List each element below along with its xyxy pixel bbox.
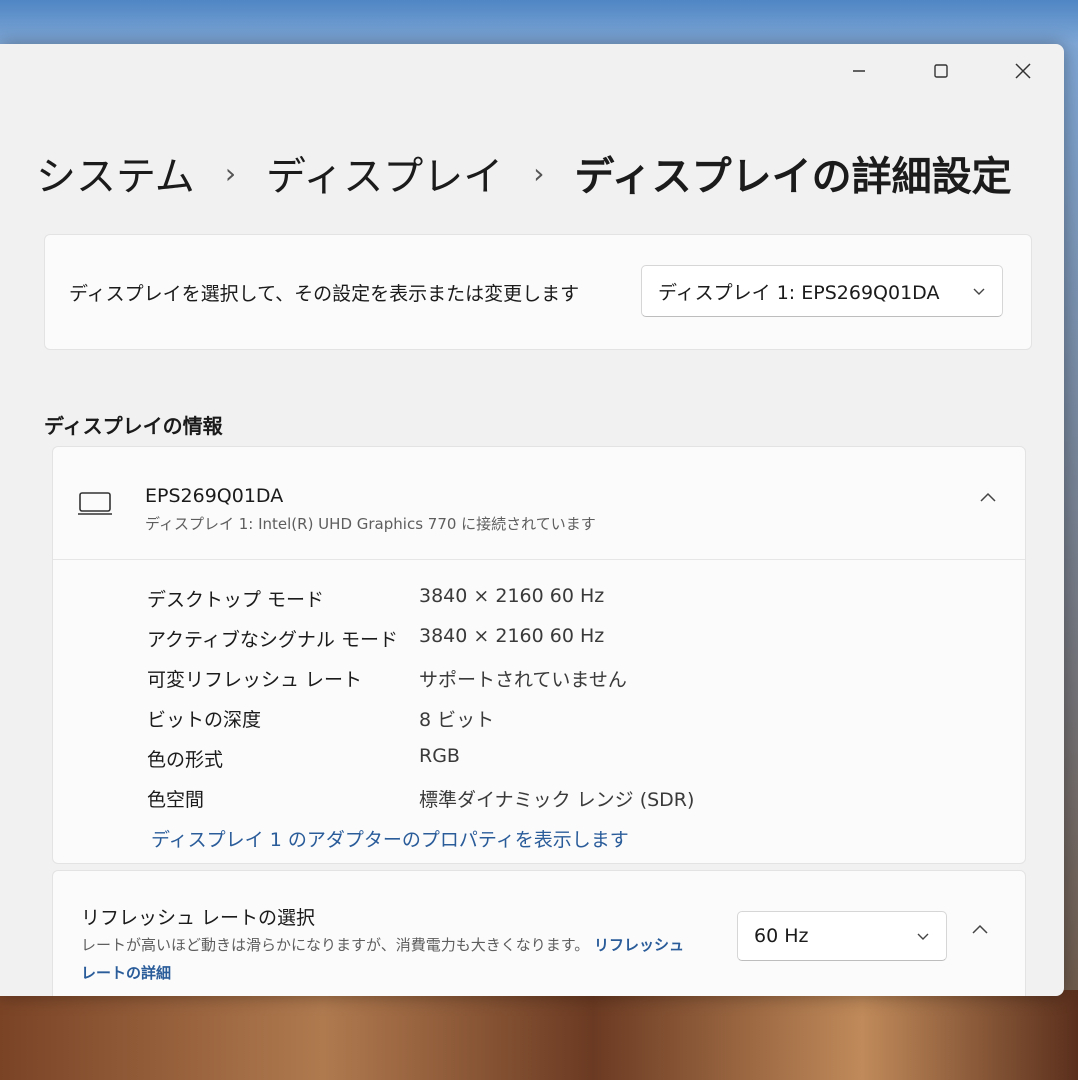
chevron-up-icon[interactable] <box>971 923 989 937</box>
spec-value: 3840 × 2160 60 Hz <box>419 625 605 647</box>
breadcrumb-item-system[interactable]: システム <box>36 144 195 202</box>
desktop-wallpaper <box>0 990 1078 1080</box>
display-info-card: EPS269Q01DA ディスプレイ 1: Intel(R) UHD Graph… <box>52 446 1026 864</box>
minimize-icon <box>853 70 865 72</box>
page-title: ディスプレイの詳細設定 <box>574 154 1012 200</box>
refresh-rate-description: レートが高いほど動きは滑らかになりますが、消費電力も大きくなります。 リフレッシ… <box>81 931 701 987</box>
refresh-rate-description-text: レートが高いほど動きは滑らかになりますが、消費電力も大きくなります。 <box>81 936 590 954</box>
display-select-value: ディスプレイ 1: EPS269Q01DA <box>658 281 940 304</box>
minimize-button[interactable] <box>818 44 900 98</box>
close-button[interactable] <box>982 44 1064 98</box>
display-select-dropdown[interactable]: ディスプレイ 1: EPS269Q01DA <box>641 265 1003 317</box>
breadcrumb-item-display[interactable]: ディスプレイ <box>266 144 503 202</box>
spec-label: 色空間 <box>147 789 205 811</box>
display-connection: ディスプレイ 1: Intel(R) UHD Graphics 770 に接続さ… <box>145 515 596 533</box>
refresh-rate-dropdown[interactable]: 60 Hz <box>737 911 947 961</box>
maximize-button[interactable] <box>900 44 982 98</box>
spec-label: 可変リフレッシュ レート <box>147 669 363 691</box>
display-name: EPS269Q01DA <box>145 485 284 507</box>
refresh-rate-card: リフレッシュ レートの選択 レートが高いほど動きは滑らかになりますが、消費電力も… <box>52 870 1026 996</box>
spec-value: サポートされていません <box>419 669 627 691</box>
settings-window: システム › ディスプレイ › ディスプレイの詳細設定 ディスプレイを選択して、… <box>0 44 1064 996</box>
caption-buttons <box>818 44 1064 98</box>
display-select-label: ディスプレイを選択して、その設定を表示または変更します <box>69 283 580 305</box>
breadcrumb: システム › ディスプレイ › ディスプレイの詳細設定 <box>36 144 1012 202</box>
chevron-down-icon <box>972 284 986 298</box>
spec-value: 3840 × 2160 60 Hz <box>419 585 605 607</box>
display-select-card: ディスプレイを選択して、その設定を表示または変更します ディスプレイ 1: EP… <box>44 234 1032 350</box>
chevron-up-icon[interactable] <box>979 491 997 505</box>
spec-label: 色の形式 <box>147 749 224 771</box>
adapter-properties-link[interactable]: ディスプレイ 1 のアダプターのプロパティを表示します <box>151 825 629 852</box>
spec-label: デスクトップ モード <box>147 589 325 611</box>
maximize-icon <box>934 64 948 78</box>
refresh-rate-title: リフレッシュ レートの選択 <box>81 907 316 929</box>
spec-label: アクティブなシグナル モード <box>147 629 398 651</box>
spec-value: 標準ダイナミック レンジ (SDR) <box>419 789 695 811</box>
spec-value: RGB <box>419 745 460 767</box>
breadcrumb-separator-icon: › <box>224 156 237 190</box>
breadcrumb-separator-icon: › <box>533 156 545 190</box>
spec-value: 8 ビット <box>419 709 495 731</box>
close-icon <box>1015 63 1031 79</box>
refresh-rate-value: 60 Hz <box>754 925 809 947</box>
display-info-heading: ディスプレイの情報 <box>44 414 223 438</box>
display-info-header[interactable]: EPS269Q01DA ディスプレイ 1: Intel(R) UHD Graph… <box>53 447 1025 560</box>
spec-label: ビットの深度 <box>147 709 262 731</box>
monitor-icon <box>77 491 113 521</box>
chevron-down-icon <box>916 929 930 943</box>
